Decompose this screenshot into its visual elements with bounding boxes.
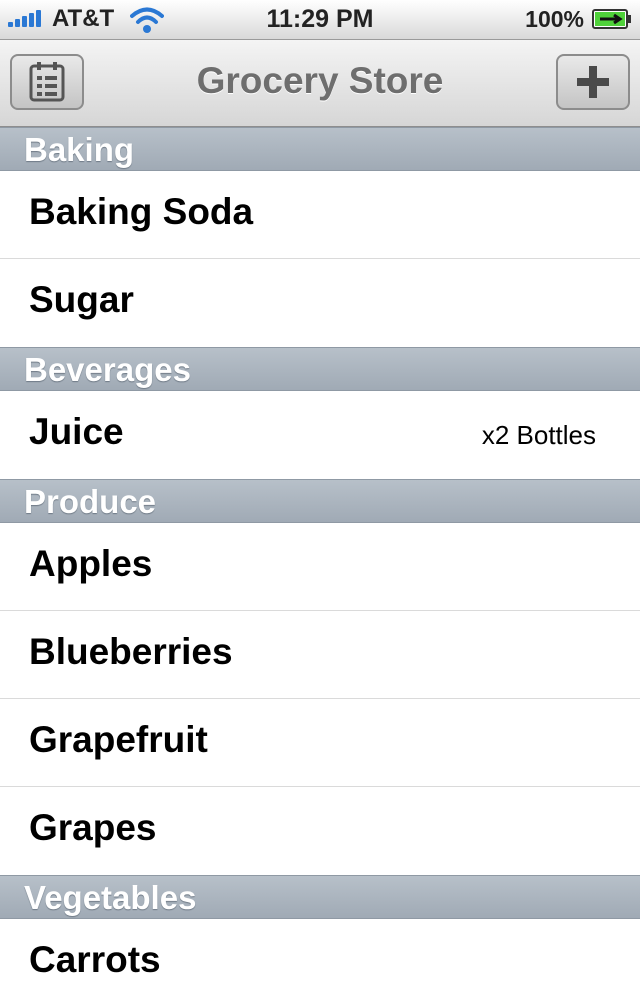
item-name: Grapes [29, 807, 157, 848]
item-name: Apples [29, 543, 153, 584]
battery-percent: 100% [525, 6, 584, 32]
section-header-produce: Produce [0, 479, 640, 523]
battery-charging-icon [592, 9, 631, 29]
item-name: Blueberries [29, 631, 233, 672]
section-header-vegetables: Vegetables [0, 875, 640, 919]
item-name: Carrots [29, 939, 161, 980]
list-item[interactable]: Juice x2 Bottles [0, 391, 640, 479]
list-item[interactable]: Sugar [0, 259, 640, 347]
list-item[interactable]: Carrots [0, 919, 640, 1007]
list-item[interactable]: Blueberries [0, 611, 640, 699]
item-name: Grapefruit [29, 719, 208, 760]
page-title: Grocery Store [196, 60, 444, 101]
plus-icon [577, 66, 609, 98]
status-bar: AT&T 11:29 PM 100% [0, 0, 640, 40]
item-quantity: x2 Bottles [481, 420, 596, 450]
item-name: Sugar [29, 279, 134, 320]
section-header-baking: Baking [0, 127, 640, 171]
list-item[interactable]: Grapefruit [0, 699, 640, 787]
add-item-button[interactable] [556, 54, 630, 110]
navigation-bar: Grocery Store [0, 40, 640, 127]
list-item[interactable]: Apples [0, 523, 640, 611]
list-item[interactable]: Grapes [0, 787, 640, 875]
list-item[interactable]: Baking Soda [0, 171, 640, 259]
item-name: Baking Soda [29, 191, 254, 232]
grocery-list: Baking Baking Soda Sugar Beverages Juice… [0, 127, 640, 1007]
item-name: Juice [29, 411, 124, 452]
section-header-beverages: Beverages [0, 347, 640, 391]
